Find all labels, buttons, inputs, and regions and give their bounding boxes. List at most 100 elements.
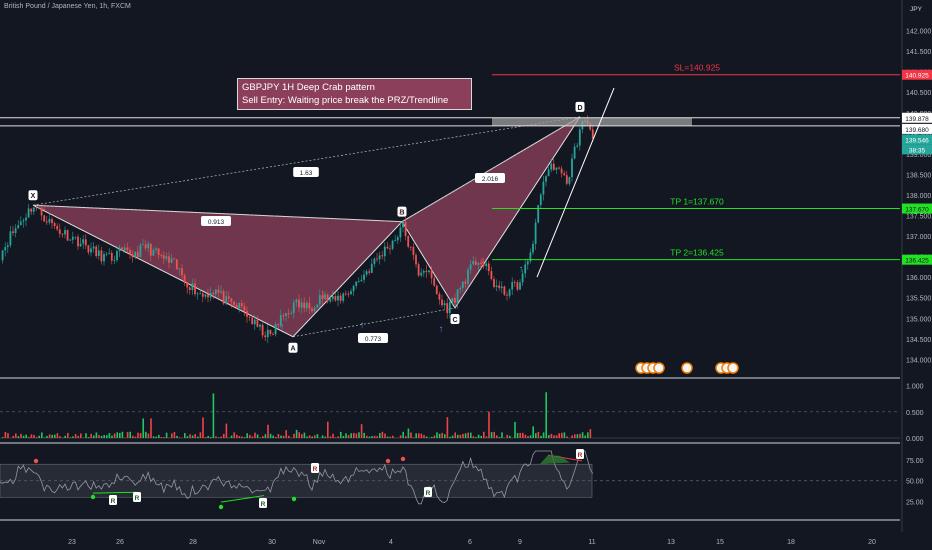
volume-bar — [561, 432, 563, 438]
volume-bar — [306, 436, 308, 438]
volume-tick-label: 1.000 — [906, 384, 924, 391]
sell-arrow-icon: ↓ — [398, 206, 403, 217]
candle-body — [4, 247, 7, 251]
volume-bar — [163, 436, 165, 438]
candle-body — [448, 301, 451, 314]
candle-body — [526, 261, 529, 265]
candle-body — [365, 271, 368, 275]
candle-body — [100, 250, 103, 262]
candle-body — [430, 270, 433, 279]
volume-bar — [249, 434, 251, 438]
volume-bar — [87, 437, 90, 438]
volume-bar — [449, 436, 451, 438]
volume-bar — [22, 435, 25, 438]
candle-body — [188, 287, 191, 291]
time-tick-label: 13 — [667, 539, 675, 546]
candle-body — [368, 271, 371, 273]
volume-bar — [555, 435, 558, 438]
candle-body — [207, 294, 209, 298]
volume-bar — [571, 435, 573, 438]
candle-body — [407, 236, 410, 247]
volume-bar — [522, 432, 524, 438]
candle-body — [30, 208, 33, 212]
volume-bar — [376, 436, 378, 438]
candle-body — [201, 293, 204, 297]
volume-bar — [332, 433, 334, 438]
candle-body — [272, 333, 274, 335]
axis-price-tag: 139.680 — [905, 127, 929, 134]
candle-body — [209, 292, 212, 298]
candle-body — [386, 246, 389, 249]
candle-body — [27, 208, 30, 218]
candle-body — [38, 207, 40, 209]
volume-bar — [581, 432, 584, 438]
volume-bar — [251, 436, 254, 438]
volume-bar — [241, 436, 243, 438]
candle-body — [282, 315, 285, 317]
volume-bar — [506, 434, 508, 438]
price-tick-label: 135.000 — [906, 316, 931, 323]
volume-bar — [384, 433, 386, 438]
volume-bar — [134, 436, 137, 438]
candle-body — [571, 158, 573, 178]
candle-body — [214, 289, 217, 295]
candle-body — [383, 246, 386, 257]
volume-bar — [550, 433, 553, 438]
time-tick-label: 28 — [189, 539, 197, 546]
candle-body — [451, 297, 454, 302]
volume-bar — [236, 434, 238, 438]
candle-body — [233, 301, 235, 305]
time-tick-label: 30 — [268, 539, 276, 546]
candle-body — [503, 286, 506, 295]
volume-bar — [451, 435, 454, 438]
volume-bar — [210, 436, 212, 438]
volume-bar — [327, 421, 329, 438]
price-tick-label: 134.500 — [906, 337, 931, 344]
candle-body — [422, 270, 425, 273]
volume-bar — [418, 433, 420, 438]
candle-body — [217, 289, 220, 293]
economic-event-icon — [653, 362, 665, 374]
volume-bar — [509, 435, 511, 438]
volume-bar — [30, 434, 33, 438]
candle-body — [441, 299, 443, 306]
candle-body — [25, 217, 27, 221]
volume-bar — [519, 432, 521, 438]
candle-body — [287, 313, 290, 315]
volume-bar — [381, 431, 384, 438]
volume-bar — [285, 430, 287, 438]
candle-body — [591, 129, 594, 139]
time-tick-label: 4 — [389, 539, 393, 546]
candle-body — [300, 302, 303, 308]
candle-body — [142, 244, 144, 246]
volume-bar — [587, 432, 589, 438]
volume-bar — [358, 432, 360, 438]
volume-bar — [28, 436, 30, 438]
volume-bar — [4, 431, 7, 438]
volume-bar — [345, 433, 347, 438]
candle-body — [79, 243, 82, 247]
candle-body — [84, 239, 87, 246]
volume-bar — [171, 433, 173, 438]
candle-body — [285, 313, 287, 317]
volume-bar — [425, 436, 428, 438]
level-price-tag: 136.425 — [905, 258, 929, 265]
volume-bar — [415, 433, 417, 438]
volume-bar — [288, 435, 290, 438]
axis-price-tag: 139.878 — [905, 116, 929, 123]
candle-body — [181, 268, 183, 276]
candle-body — [77, 236, 79, 247]
volume-bar — [295, 429, 298, 438]
candle-body — [95, 246, 98, 256]
pattern-point-c: C — [452, 317, 457, 324]
volume-bar — [223, 433, 225, 438]
candle-body — [376, 258, 378, 260]
volume-bar — [100, 435, 103, 438]
candle-body — [220, 291, 222, 293]
volume-bar — [155, 436, 157, 438]
volume-bar — [152, 436, 155, 438]
time-tick-label: Nov — [313, 539, 326, 546]
volume-bar — [165, 432, 168, 438]
axis-price-tag: 139.546 — [905, 137, 929, 144]
candle-body — [435, 285, 438, 294]
